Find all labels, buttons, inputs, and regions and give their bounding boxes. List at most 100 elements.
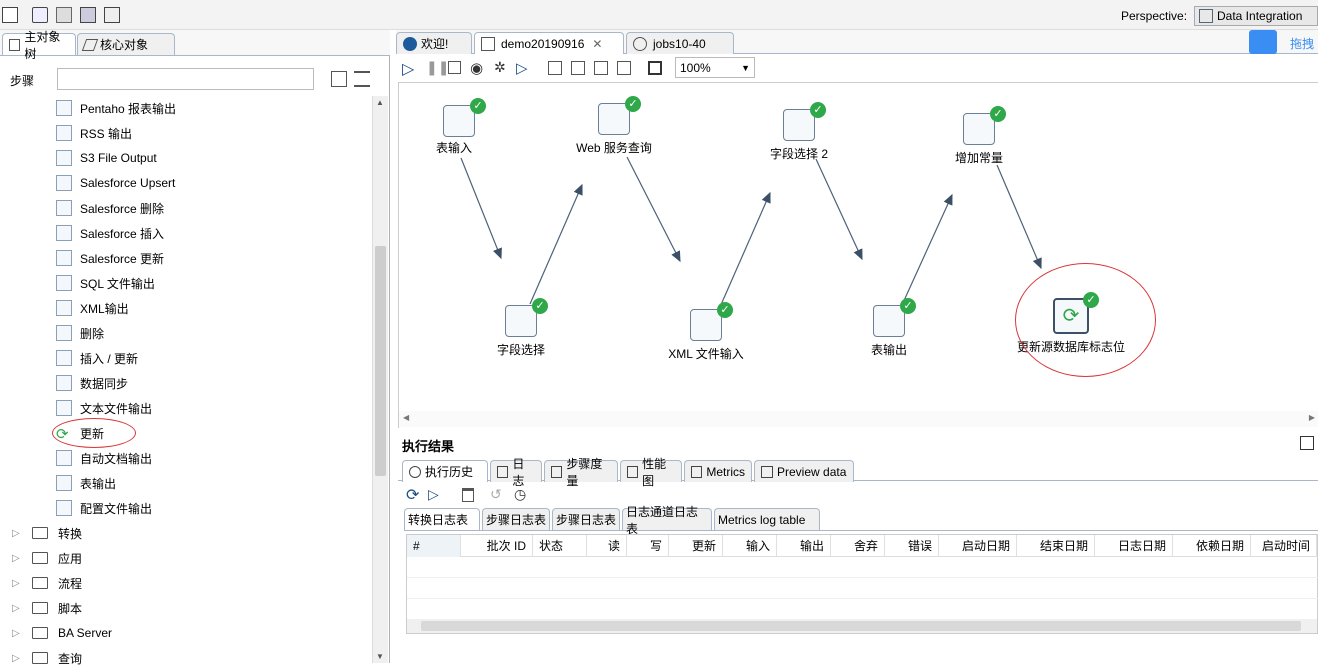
column-header[interactable]: 写 [627, 535, 669, 557]
step-list-item[interactable]: 插入 / 更新 [56, 348, 138, 368]
column-header[interactable]: 读 [587, 535, 627, 557]
show-results-icon[interactable] [648, 61, 662, 75]
step-list-item[interactable]: 删除 [56, 323, 104, 343]
chevron-right-icon[interactable]: ▷ [12, 578, 26, 589]
results-tab[interactable]: Preview data [754, 460, 854, 482]
step-list-item[interactable]: Pentaho 报表输出 [56, 98, 176, 118]
step-list-item[interactable]: 文本文件输出 [56, 398, 152, 418]
column-header[interactable]: 输入 [723, 535, 777, 557]
tab-welcome[interactable]: 欢迎! [396, 32, 472, 54]
results-tab[interactable]: 性能图 [620, 457, 682, 488]
history-icon[interactable]: ◷ [514, 486, 526, 503]
pause-icon[interactable]: ❚❚ [426, 59, 449, 76]
table-hscrollbar[interactable] [407, 619, 1317, 633]
folder-item[interactable]: ▷ 转换 [12, 523, 82, 543]
column-header[interactable]: 启动时间 [1251, 535, 1317, 557]
tab-core-objects[interactable]: 核心对象 [77, 33, 175, 55]
step-list-item[interactable]: 数据同步 [56, 373, 128, 393]
step-list-item[interactable]: Salesforce 删除 [56, 198, 164, 218]
folder-item[interactable]: ▷ BA Server [12, 623, 112, 643]
log-tab[interactable]: 步骤日志表 [482, 508, 550, 530]
step-select-values[interactable]: ✓ 字段选择 [491, 298, 551, 358]
step-add-constants[interactable]: ✓ 增加常量 [945, 106, 1013, 166]
results-tab[interactable]: Metrics [684, 460, 752, 482]
verify-icon[interactable] [548, 61, 562, 75]
expand-all-icon[interactable] [331, 71, 347, 87]
folder-item[interactable]: ▷ 脚本 [12, 598, 82, 618]
scroll-down-arrow[interactable]: ▼ [376, 652, 384, 661]
close-icon[interactable]: ✕ [592, 37, 602, 51]
step-select-values-2[interactable]: ✓ 字段选择 2 [759, 102, 839, 162]
column-header[interactable]: # [407, 535, 461, 557]
folder-item[interactable]: ▷ 应用 [12, 548, 82, 568]
stop-icon[interactable] [448, 61, 461, 74]
column-header[interactable]: 日志日期 [1095, 535, 1173, 557]
preview-icon[interactable]: ◉ [470, 59, 483, 77]
column-header[interactable]: 错误 [885, 535, 939, 557]
table-row[interactable] [407, 578, 1318, 599]
folder-item[interactable]: ▷ 查询 [12, 648, 82, 668]
step-list-item[interactable]: Salesforce 插入 [56, 223, 164, 243]
chevron-right-icon[interactable]: ▷ [12, 553, 26, 564]
step-list-item[interactable]: 配置文件输出 [56, 498, 152, 518]
chevron-right-icon[interactable]: ▷ [12, 653, 26, 664]
scroll-right-arrow[interactable]: ▶ [1309, 413, 1315, 422]
column-header[interactable]: 输出 [777, 535, 831, 557]
table-row[interactable] [407, 557, 1318, 578]
step-list-item[interactable]: S3 File Output [56, 148, 157, 168]
log-tab[interactable]: Metrics log table [714, 508, 820, 530]
column-header[interactable]: 状态 [533, 535, 587, 557]
log-tab[interactable]: 转换日志表 [404, 508, 480, 530]
column-header[interactable]: 舍弃 [831, 535, 885, 557]
tab-main-object-tree[interactable]: 主对象树 [2, 30, 76, 61]
column-header[interactable]: 批次 ID [461, 535, 533, 557]
scroll-thumb[interactable] [375, 246, 386, 476]
column-header[interactable]: 依赖日期 [1173, 535, 1251, 557]
delete-icon[interactable] [462, 488, 474, 502]
step-list-item[interactable]: Salesforce 更新 [56, 248, 164, 268]
results-tab[interactable]: 步骤度量 [544, 457, 618, 488]
explore-repository-icon[interactable] [56, 7, 72, 23]
step-list-item[interactable]: RSS 输出 [56, 123, 132, 143]
refresh-icon[interactable]: ⟳ [406, 485, 419, 505]
column-header[interactable]: 更新 [669, 535, 723, 557]
step-list-item[interactable]: Salesforce Upsert [56, 173, 175, 193]
impact-icon[interactable] [571, 61, 585, 75]
open-folder-icon[interactable] [32, 7, 48, 23]
maximize-icon[interactable] [1300, 436, 1314, 450]
scroll-left-arrow[interactable]: ◀ [403, 413, 409, 422]
results-tab[interactable]: 执行历史 [402, 460, 488, 482]
results-tab[interactable]: 日志 [490, 457, 542, 488]
column-header[interactable]: 启动日期 [939, 535, 1017, 557]
step-table-output[interactable]: ✓ 表输出 [859, 298, 919, 358]
undo-icon[interactable]: ↺ [490, 486, 502, 503]
log-tab[interactable]: 日志通道日志表 [622, 505, 712, 536]
folder-item[interactable]: ▷ 流程 [12, 573, 82, 593]
chevron-right-icon[interactable]: ▷ [12, 603, 26, 614]
steps-search-input[interactable] [57, 68, 314, 90]
chevron-right-icon[interactable]: ▷ [12, 528, 26, 539]
new-file-icon[interactable] [2, 7, 18, 23]
step-list-item[interactable]: SQL 文件输出 [56, 273, 155, 293]
left-scrollbar[interactable]: ▲ ▼ [372, 96, 388, 663]
zoom-select[interactable]: 100% ▼ [675, 57, 755, 78]
collapse-all-icon[interactable] [354, 71, 370, 87]
column-header[interactable]: 结束日期 [1017, 535, 1095, 557]
canvas-hscrollbar[interactable]: ◀ ▶ [399, 411, 1318, 427]
step-list-item[interactable]: XML输出 [56, 298, 129, 318]
scroll-thumb[interactable] [421, 621, 1301, 631]
run-icon[interactable]: ▷ [402, 59, 414, 79]
debug-icon[interactable]: ✲ [494, 59, 506, 76]
sql-icon[interactable] [594, 61, 608, 75]
replay-icon[interactable]: ▷ [516, 59, 528, 77]
perspective-button[interactable]: Data Integration [1194, 6, 1318, 26]
tab-demo20190916[interactable]: demo20190916 ✕ [474, 32, 624, 54]
step-web-service-lookup[interactable]: ✓ Web 服务查询 [569, 96, 659, 156]
save-as-icon[interactable] [104, 7, 120, 23]
explore-db-icon[interactable] [617, 61, 631, 75]
replay-icon[interactable]: ▷ [428, 486, 439, 503]
transformation-canvas[interactable]: ✓ 表输入 ✓ 字段选择 ✓ Web 服务查询 ✓ XML 文件输入 ✓ 字段选… [398, 82, 1318, 428]
step-xml-input[interactable]: ✓ XML 文件输入 [661, 302, 751, 362]
scroll-up-arrow[interactable]: ▲ [376, 98, 384, 107]
save-icon[interactable] [80, 7, 96, 23]
